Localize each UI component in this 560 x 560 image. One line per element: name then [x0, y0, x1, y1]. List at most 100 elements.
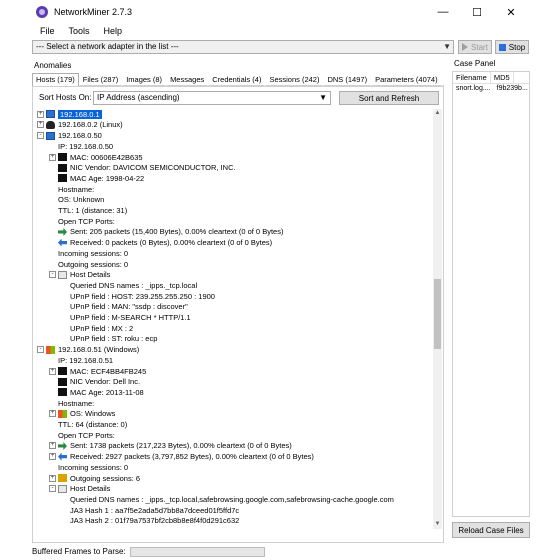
tab-dns[interactable]: DNS (1497) — [323, 73, 372, 86]
collapse-icon[interactable]: - — [37, 132, 44, 140]
network-adapter-select[interactable]: --- Select a network adapter in the list… — [32, 40, 454, 54]
tree-node[interactable]: + MAC: ECF4BB4FB245 — [49, 366, 146, 377]
collapse-icon[interactable]: - — [49, 271, 56, 279]
sort-and-refresh-button[interactable]: Sort and Refresh — [339, 91, 439, 105]
tree-node[interactable]: + Sent: 1738 packets (217,223 Bytes), 0.0… — [49, 441, 292, 452]
tree-node[interactable]: OS: Unknown — [49, 195, 104, 206]
tree-node[interactable]: UPnP field : HOST: 239.255.255.250 : 190… — [61, 291, 215, 302]
case-filename-cell: snort.log.... — [456, 85, 491, 92]
tree-node-label: Incoming sessions: 0 — [58, 248, 129, 258]
case-files-table[interactable]: Filename MD5 snort.log.... f9b239b... ◀ … — [452, 71, 530, 517]
tree-node[interactable]: Open TCP Ports: — [49, 430, 115, 441]
tree-node-label: JA3 Hash 2 : 01f79a7537bf2cb8b8e8f4f0d29… — [70, 516, 240, 526]
tab-credentials[interactable]: Credentials (4) — [208, 73, 266, 86]
tree-node[interactable]: IP: 192.168.0.50 — [49, 141, 113, 152]
expand-icon[interactable]: + — [37, 110, 44, 118]
table-row[interactable]: snort.log.... f9b239b... — [453, 84, 529, 95]
tree-node[interactable]: - 192.168.0.50 — [37, 130, 102, 141]
tree-node-label: UPnP field : MAN: "ssdp : discover" — [70, 302, 188, 312]
adapter-row: --- Select a network adapter in the list… — [30, 40, 530, 54]
collapse-icon[interactable]: - — [37, 346, 44, 354]
expand-icon[interactable]: + — [49, 153, 56, 161]
tab-images[interactable]: Images (8) — [122, 73, 167, 86]
tree-node[interactable]: MAC Age: 2013-11-08 — [49, 387, 144, 398]
tree-node[interactable]: UPnP field : MX : 2 — [61, 323, 133, 334]
expand-icon[interactable]: + — [49, 367, 56, 375]
black-icon — [58, 367, 67, 376]
menu-help[interactable]: Help — [104, 26, 123, 36]
minimize-button[interactable]: — — [426, 2, 460, 22]
tree-node-label: 192.168.0.1 — [58, 109, 102, 119]
hosts-tab-content: Sort Hosts On: IP Address (ascending) ▼ … — [32, 86, 444, 543]
monitor-icon — [46, 110, 55, 119]
menu-file[interactable]: File — [40, 26, 55, 36]
hosts-tree[interactable]: +192.168.0.1 +192.168.0.2 (Linux) -192.168… — [35, 109, 432, 528]
tree-node-label: Outgoing sessions: 0 — [58, 259, 129, 269]
tab-hosts[interactable]: Hosts (179) — [32, 73, 79, 86]
tree-node[interactable]: Received: 0 packets (0 Bytes), 0.00% cle… — [49, 237, 272, 248]
column-md5[interactable]: MD5 — [491, 72, 514, 83]
tree-node[interactable]: NIC Vendor: DAVICOM SEMICONDUCTOR, INC. — [49, 163, 236, 174]
tree-node[interactable]: Hostname: — [49, 398, 94, 409]
sort-hosts-select[interactable]: IP Address (ascending) ▼ — [93, 91, 331, 105]
tree-node[interactable]: Hostname: — [49, 184, 94, 195]
tree-node-label: Queried DNS names : _ipps._tcp.local — [70, 280, 198, 290]
tab-messages[interactable]: Messages — [166, 73, 209, 86]
tree-node[interactable]: Queried DNS names : _ipps._tcp.local,saf… — [61, 494, 394, 505]
expand-icon[interactable]: + — [49, 410, 56, 418]
start-button[interactable]: Start — [458, 40, 492, 54]
close-button[interactable]: ✕ — [494, 2, 528, 22]
tab-keywords[interactable]: Keywords — [441, 73, 444, 86]
tree-node[interactable]: UPnP field : M-SEARCH * HTTP/1.1 — [61, 312, 191, 323]
tree-node[interactable]: +192.168.0.2 (Linux) — [37, 120, 123, 131]
scroll-thumb[interactable] — [434, 279, 441, 349]
tree-node[interactable]: Sent: 205 packets (15,400 Bytes), 0.00% … — [49, 227, 283, 238]
scroll-up-icon[interactable]: ▲ — [433, 109, 442, 118]
tree-node[interactable]: TTL: 64 (distance: 0) — [49, 419, 127, 430]
win-icon — [58, 409, 67, 418]
tree-node[interactable]: JA3 Hash 2 : 01f79a7537bf2cb8b8e8f4f0d29… — [61, 516, 239, 527]
tree-node[interactable]: TTL: 1 (distance: 31) — [49, 205, 127, 216]
tab-files[interactable]: Files (287) — [78, 73, 123, 86]
menu-tools[interactable]: Tools — [69, 26, 90, 36]
reload-case-files-button[interactable]: Reload Case Files — [452, 522, 530, 538]
tree-node[interactable]: MAC Age: 1998-04-22 — [49, 173, 144, 184]
tree-node[interactable]: Queried DNS names : _ipps._tcp.local — [61, 280, 197, 291]
tree-node[interactable]: IP: 192.168.0.51 — [49, 355, 113, 366]
tab-parameters[interactable]: Parameters (4074) — [371, 73, 442, 86]
tree-node[interactable]: + Outgoing sessions: 6 — [49, 473, 140, 484]
tree-node[interactable]: NIC Vendor: Dell Inc. — [49, 377, 140, 388]
tree-node[interactable]: UPnP field : ST: roku : ecp — [61, 334, 157, 345]
tree-node[interactable]: + Received: 2927 packets (3,797,852 Bytes… — [49, 451, 314, 462]
expand-icon[interactable]: + — [49, 453, 56, 461]
hosts-tree-scrollbar[interactable]: ▲ ▼ — [433, 109, 442, 529]
tree-node[interactable]: Incoming sessions: 0 — [49, 248, 128, 259]
tree-node[interactable]: UPnP field : MAN: "ssdp : discover" — [61, 302, 188, 313]
tree-node[interactable]: - Host Details — [49, 270, 110, 281]
tree-node-label: TTL: 64 (distance: 0) — [58, 420, 128, 430]
tab-sessions[interactable]: Sessions (242) — [265, 73, 324, 86]
tree-node[interactable]: - Host Details — [49, 484, 110, 495]
maximize-button[interactable]: ☐ — [460, 2, 494, 22]
tree-node[interactable]: Outgoing sessions: 0 — [49, 259, 128, 270]
expand-icon[interactable]: + — [37, 121, 44, 129]
tab-anomalies[interactable]: Anomalies — [34, 61, 71, 70]
tree-node[interactable]: + OS: Windows — [49, 409, 115, 420]
tree-node[interactable]: - 192.168.0.51 (Windows) — [37, 344, 139, 355]
tree-node[interactable]: JA3 Hash 1 : aa7f5e2ada5d7bb8a7dceed01f5… — [61, 505, 239, 516]
tree-node-label: Received: 2927 packets (3,797,852 Bytes)… — [70, 452, 314, 462]
chevron-down-icon: ▼ — [319, 93, 327, 102]
collapse-icon[interactable]: - — [49, 485, 56, 493]
column-filename[interactable]: Filename — [453, 72, 491, 83]
tree-node[interactable]: +192.168.0.1 — [37, 109, 102, 120]
tree-node[interactable]: + MAC: 00606E42B635 — [49, 152, 143, 163]
outgo-icon — [58, 474, 67, 483]
stop-button[interactable]: Stop — [495, 40, 529, 54]
scroll-down-icon[interactable]: ▼ — [433, 520, 442, 529]
tree-node[interactable]: Open TCP Ports: — [49, 216, 115, 227]
expand-icon[interactable]: + — [49, 442, 56, 450]
tree-node-label: Hostname: — [58, 184, 95, 194]
expand-icon[interactable]: + — [49, 474, 56, 482]
arrow-r-icon — [58, 227, 67, 236]
tree-node[interactable]: Incoming sessions: 0 — [49, 462, 128, 473]
